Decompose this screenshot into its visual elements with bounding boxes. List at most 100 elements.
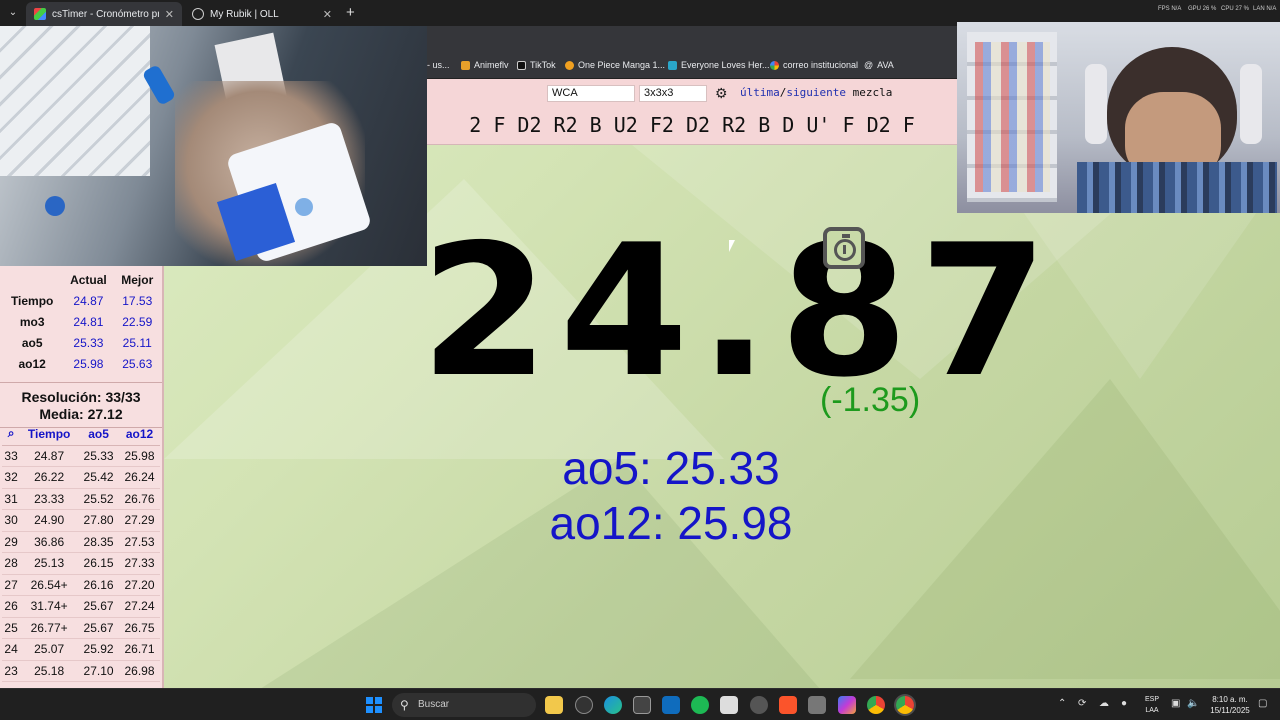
solve-ao5[interactable]: 25.67 (78, 595, 120, 618)
solve-index[interactable]: 28 (2, 552, 21, 575)
bookmark-ava[interactable]: @ AVA (864, 60, 894, 70)
table-row[interactable]: 29 36.86 28.35 27.53 (2, 531, 160, 553)
table-row[interactable]: 31 23.33 25.52 26.76 (2, 488, 160, 510)
table-row[interactable]: 28 25.13 26.15 27.33 (2, 552, 160, 575)
solve-time[interactable]: 25.13 (20, 552, 79, 575)
solve-index[interactable]: 33 (2, 445, 21, 467)
solve-index[interactable]: 24 (2, 638, 21, 661)
solve-ao5[interactable]: 25.67 (78, 617, 120, 639)
language-indicator[interactable]: ESP LAA (1142, 694, 1162, 716)
solve-time[interactable]: 23.33 (20, 488, 79, 510)
solve-ao12[interactable]: 26.24 (119, 466, 160, 489)
solve-time[interactable]: 24.90 (20, 509, 79, 532)
microphone-icon[interactable]: ● (1121, 698, 1127, 709)
file-explorer-icon[interactable] (545, 696, 563, 714)
snipping-tool-icon[interactable] (720, 696, 738, 714)
solve-ao5[interactable]: 27.80 (78, 509, 120, 532)
bookmark-one-piece[interactable]: One Piece Manga 1... (565, 60, 665, 70)
solve-time[interactable]: 31.74+ (20, 595, 79, 618)
spotify-icon[interactable] (691, 696, 709, 714)
event-select[interactable]: WCA (547, 85, 635, 102)
solve-ao5[interactable]: 26.15 (78, 552, 120, 575)
stats-current[interactable]: 25.98 (62, 353, 114, 374)
network-icon[interactable]: ▣ (1171, 698, 1180, 709)
chevron-up-icon[interactable]: ⌃ (1058, 698, 1066, 709)
timer-display[interactable]: 24.87 (420, 219, 1048, 404)
tab-my-rubik[interactable]: My Rubik | OLL ✕ (184, 2, 340, 26)
copilot-icon[interactable] (838, 696, 856, 714)
close-tab-icon[interactable]: ✕ (323, 8, 332, 21)
solve-ao5[interactable]: 27.10 (78, 660, 120, 682)
tab-cstimer[interactable]: csTimer - Cronómetro profesio ✕ (26, 2, 182, 26)
solve-ao12[interactable]: 26.98 (119, 660, 160, 682)
chrome-active-icon[interactable] (896, 696, 914, 714)
times-header-ao5[interactable]: ao5 (78, 423, 120, 446)
solve-time[interactable]: 26.77+ (20, 617, 79, 639)
cloud-icon[interactable]: ☁ (1099, 698, 1109, 709)
solve-ao5[interactable]: 25.92 (78, 638, 120, 661)
solve-index[interactable]: 31 (2, 488, 21, 510)
solve-ao5[interactable]: 25.42 (78, 466, 120, 489)
new-tab-button[interactable]: + (346, 4, 355, 21)
table-row[interactable]: 30 24.90 27.80 27.29 (2, 509, 160, 532)
solve-time[interactable]: 26.54+ (20, 574, 79, 596)
chrome-icon[interactable] (867, 696, 885, 714)
solve-ao12[interactable]: 25.98 (119, 445, 160, 467)
outlook-icon[interactable] (662, 696, 680, 714)
app-icon[interactable] (575, 696, 593, 714)
obs-icon[interactable] (750, 696, 768, 714)
solve-ao12[interactable]: 26.75 (119, 617, 160, 639)
address-bar[interactable] (427, 26, 957, 54)
times-header-time[interactable]: Tiempo (20, 423, 79, 446)
table-row[interactable]: 33 24.87 25.33 25.98 (2, 445, 160, 467)
next-scramble-link[interactable]: siguiente (786, 86, 846, 99)
volume-icon[interactable]: 🔈 (1187, 698, 1199, 709)
session-summary[interactable]: Resolución: 33/33 Media: 27.12 (0, 382, 162, 428)
solve-ao12[interactable]: 26.76 (119, 488, 160, 510)
stopwatch-icon[interactable] (823, 227, 865, 269)
stats-current[interactable]: 24.87 (62, 290, 114, 311)
solve-ao12[interactable]: 27.20 (119, 574, 160, 596)
table-row[interactable]: 32 26.22 25.42 26.24 (2, 466, 160, 489)
calculator-icon[interactable] (808, 696, 826, 714)
stats-best[interactable]: 22.59 (114, 311, 160, 332)
solve-time[interactable]: 36.86 (20, 531, 79, 553)
solve-index[interactable]: 32 (2, 466, 21, 489)
solve-ao5[interactable]: 25.33 (78, 445, 120, 467)
table-row[interactable]: 24 25.07 25.92 26.71 (2, 638, 160, 661)
times-header-ao12[interactable]: ao12 (119, 423, 160, 446)
bookmark-item[interactable]: - us... (427, 60, 450, 70)
close-tab-icon[interactable]: ✕ (165, 8, 174, 21)
puzzle-select[interactable]: 3x3x3 (639, 85, 707, 102)
solve-time[interactable]: 25.18 (20, 660, 79, 682)
brave-icon[interactable] (779, 696, 797, 714)
edge-icon[interactable] (604, 696, 622, 714)
bookmark-animeflv[interactable]: Animeflv (461, 60, 509, 70)
table-row[interactable]: 26 31.74+ 25.67 27.24 (2, 595, 160, 618)
solve-ao12[interactable]: 27.33 (119, 552, 160, 575)
solve-index[interactable]: 29 (2, 531, 21, 553)
solve-ao12[interactable]: 27.29 (119, 509, 160, 532)
system-clock[interactable]: 8:10 a. m. 15/11/2025 (1202, 694, 1258, 716)
table-row[interactable]: 23 25.18 27.10 26.98 (2, 660, 160, 682)
table-row[interactable]: 25 26.77+ 25.67 26.75 (2, 617, 160, 639)
bookmark-everyone-loves[interactable]: Everyone Loves Her... (668, 60, 770, 70)
solve-index[interactable]: 30 (2, 509, 21, 532)
stats-current[interactable]: 25.33 (62, 332, 114, 353)
solve-ao5[interactable]: 25.52 (78, 488, 120, 510)
bookmark-tiktok[interactable]: TikTok (517, 60, 556, 70)
stats-best[interactable]: 17.53 (114, 290, 160, 311)
start-menu-icon[interactable] (366, 697, 382, 713)
bookmark-correo[interactable]: correo institucional (770, 60, 858, 70)
notification-icon[interactable]: ▢ (1258, 698, 1267, 709)
taskbar-search-input[interactable]: ⚲ Buscar (392, 693, 536, 717)
solve-ao12[interactable]: 27.24 (119, 595, 160, 618)
stats-best[interactable]: 25.63 (114, 353, 160, 374)
solve-ao5[interactable]: 28.35 (78, 531, 120, 553)
solve-ao12[interactable]: 27.53 (119, 531, 160, 553)
tab-search-icon[interactable]: ⌄ (4, 4, 22, 22)
store-icon[interactable] (633, 696, 651, 714)
solve-ao12[interactable]: 26.71 (119, 638, 160, 661)
solve-index[interactable]: 26 (2, 595, 21, 618)
solve-time[interactable]: 25.07 (20, 638, 79, 661)
